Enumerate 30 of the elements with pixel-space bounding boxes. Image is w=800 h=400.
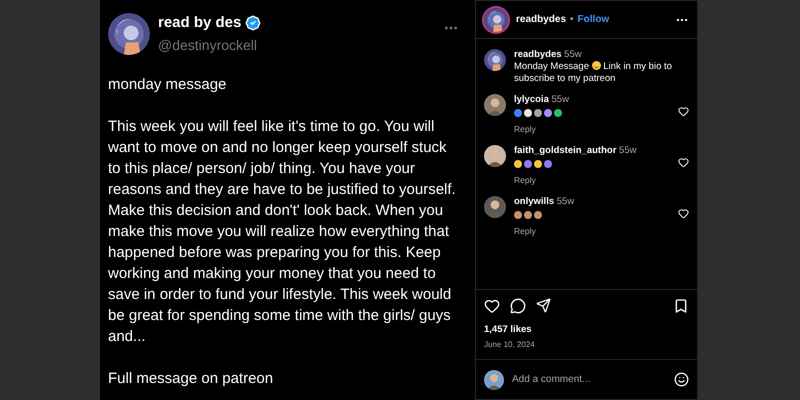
like-icon[interactable] [484, 298, 500, 314]
avatar [108, 12, 150, 55]
comment-author: onlywills 55w [514, 196, 576, 208]
reply-link[interactable]: Reply [514, 123, 670, 136]
emoji-icon[interactable] [674, 372, 689, 387]
user-handle: @destinyrockell [158, 36, 258, 55]
display-name: read by des [158, 13, 242, 33]
avatar [484, 49, 506, 71]
comment-icon[interactable] [510, 298, 526, 314]
share-icon[interactable] [536, 298, 551, 314]
comment-author: faith_goldstein_author 55w [514, 144, 638, 157]
like-icon[interactable] [678, 106, 689, 117]
bookmark-icon[interactable] [673, 298, 689, 314]
comment-author: lylycoia 55w [514, 94, 570, 106]
post-username[interactable]: readbydes [516, 12, 566, 27]
post-date: June 10, 2024 [484, 339, 536, 351]
caption-text: readbydes 55w Monday Message Link in my bio to subscribe to my patreon [514, 49, 673, 85]
separator: • [570, 13, 574, 27]
tweet-text: monday message [108, 74, 228, 94]
tweet-text: Full message on patreon [108, 368, 274, 388]
avatar [484, 8, 508, 32]
reply-link[interactable]: Reply [514, 224, 670, 238]
like-icon[interactable] [678, 208, 689, 218]
follow-button[interactable]: Follow [578, 12, 610, 27]
reply-link[interactable]: Reply [514, 174, 670, 186]
like-icon[interactable] [678, 156, 689, 168]
likes-count: 1,457 likes [484, 322, 533, 337]
comment-field[interactable]: Add a comment... [512, 372, 666, 387]
tweet-text: This week you will feel like it's time to go. You will want to move on and no longer keep yourself stuck to this place/ person/ job/ thing. You have your reasons and they are have to be justified to yourself. Make this decision and don't' look back. When you make this move you will realize how everything that happened before was preparing you for this. Keep working and making your money that you need to save in order to fund your lifestyle. This week would be great for spending some time with the girls/ guys and... [108, 116, 457, 346]
smiley-icon [592, 61, 601, 70]
